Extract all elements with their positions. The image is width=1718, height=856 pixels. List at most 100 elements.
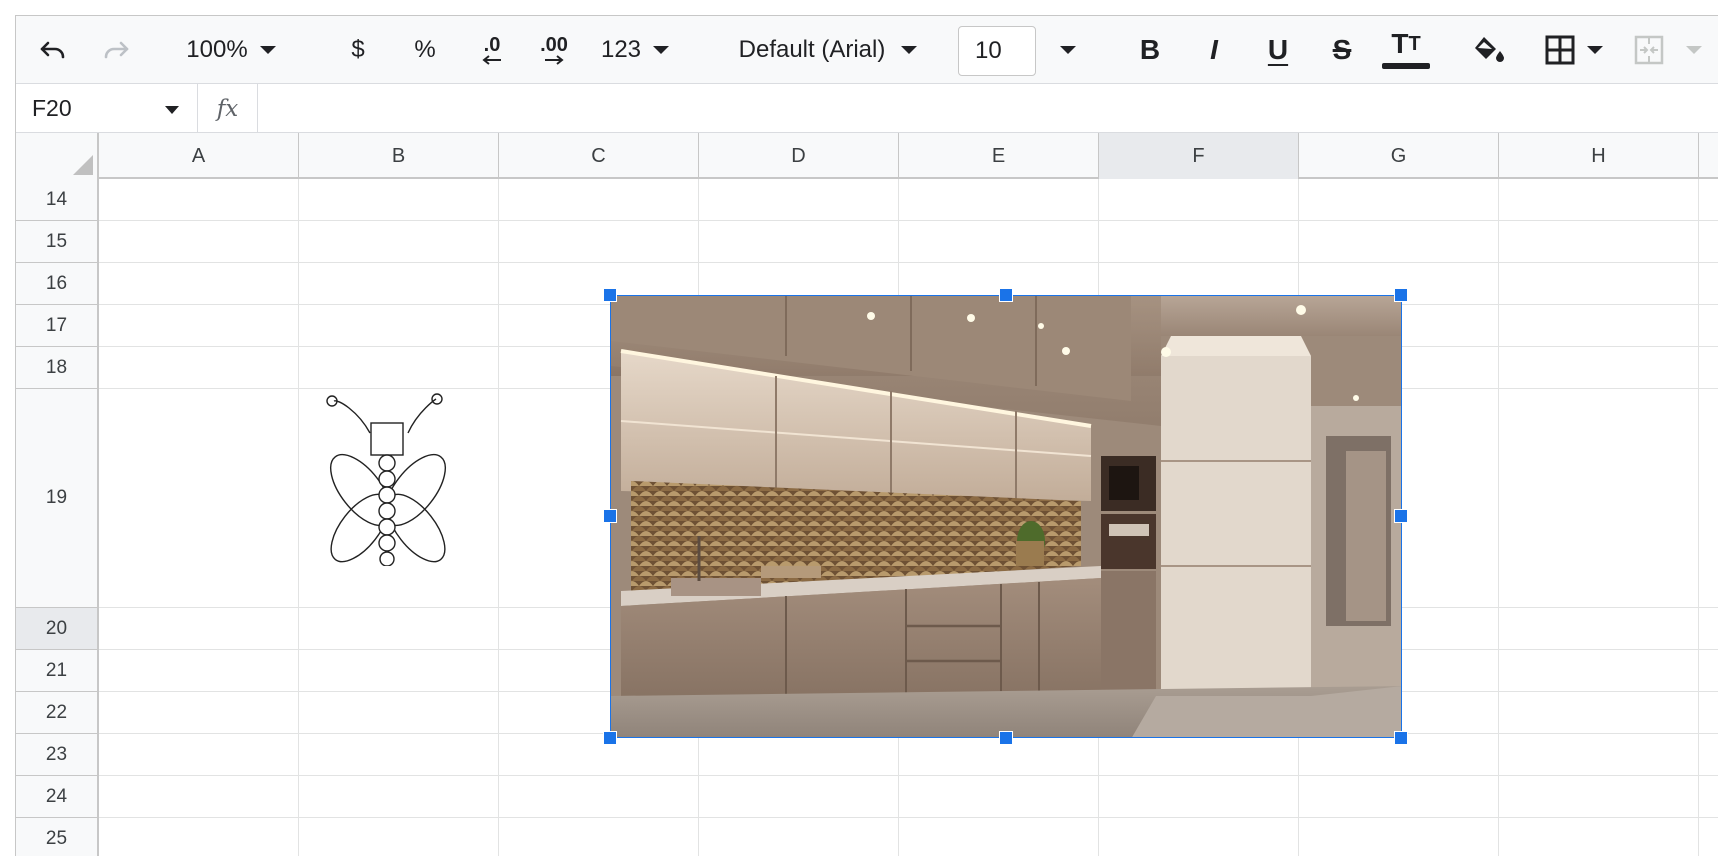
- borders-button[interactable]: [1534, 16, 1614, 84]
- column-header-a[interactable]: A: [99, 133, 299, 179]
- kitchen-photo: [611, 296, 1401, 737]
- chevron-down-icon: [1686, 46, 1702, 54]
- resize-handle-top-left[interactable]: [603, 288, 617, 302]
- percent-label: %: [414, 36, 436, 63]
- row-header-21[interactable]: 21: [16, 650, 97, 692]
- row-header-label: 17: [45, 314, 68, 336]
- text-color-icon: TT: [1391, 28, 1421, 59]
- zoom-select[interactable]: 100%: [176, 16, 286, 84]
- font-family-select[interactable]: Default (Arial): [730, 16, 926, 84]
- fx-icon: fx: [198, 84, 258, 133]
- text-color-letter: T: [1391, 28, 1409, 59]
- chevron-down-icon: [1587, 46, 1603, 54]
- redo-button[interactable]: [93, 16, 139, 84]
- row-header-17[interactable]: 17: [16, 305, 97, 347]
- text-color-button[interactable]: TT: [1378, 16, 1434, 84]
- grid-line: [99, 262, 1718, 263]
- currency-format-button[interactable]: $: [338, 16, 378, 84]
- arrow-right-icon: [545, 55, 564, 65]
- text-color-letter-small: T: [1408, 33, 1421, 55]
- kitchen-image[interactable]: [610, 295, 1402, 738]
- row-header-22[interactable]: 22: [16, 692, 97, 734]
- column-header-label: E: [991, 144, 1006, 167]
- column-header-h[interactable]: H: [1499, 133, 1699, 179]
- row-header-label: 23: [45, 743, 68, 765]
- zoom-value: 100%: [186, 36, 248, 63]
- grid-line: [99, 775, 1718, 776]
- undo-icon: [40, 41, 65, 59]
- row-header-label: 24: [45, 785, 68, 807]
- merge-cells-icon: [1634, 35, 1664, 65]
- font-family-label: Default (Arial): [738, 36, 886, 63]
- row-header-label: 14: [45, 188, 68, 210]
- chevron-down-icon: [259, 46, 276, 54]
- number-format-label: 123: [600, 36, 642, 63]
- italic-label: I: [1210, 34, 1218, 65]
- resize-handle-top-right[interactable]: [1394, 288, 1408, 302]
- currency-label: $: [351, 36, 365, 63]
- grid-line: [1498, 179, 1499, 856]
- row-header-label: 18: [45, 356, 68, 378]
- decrease-decimal-button[interactable]: .0: [466, 16, 518, 84]
- resize-handle-bottom-right[interactable]: [1394, 731, 1408, 745]
- row-header-14[interactable]: 14: [16, 179, 97, 221]
- decrease-decimal-label: .0: [483, 34, 501, 56]
- column-header-c[interactable]: C: [499, 133, 699, 179]
- arrow-left-icon: [482, 55, 501, 65]
- strikethrough-label: S: [1332, 34, 1352, 65]
- row-header-label: 21: [45, 659, 68, 681]
- formula-input[interactable]: [258, 84, 1718, 133]
- underline-button[interactable]: U: [1258, 16, 1298, 84]
- fill-color-button[interactable]: [1466, 16, 1512, 84]
- column-header-i[interactable]: [1699, 133, 1718, 179]
- grid-line: [99, 817, 1718, 818]
- resize-handle-top-center[interactable]: [999, 288, 1013, 302]
- row-header-16[interactable]: 16: [16, 263, 97, 305]
- row-header-24[interactable]: 24: [16, 776, 97, 818]
- row-header-label: 16: [45, 272, 68, 294]
- butterfly-drawing[interactable]: [318, 391, 458, 566]
- column-header-f[interactable]: F: [1099, 133, 1299, 179]
- bold-label: B: [1139, 34, 1161, 65]
- chevron-down-icon: [901, 46, 918, 54]
- chevron-down-icon[interactable]: [165, 106, 179, 114]
- resize-handle-bottom-center[interactable]: [999, 731, 1013, 745]
- column-header-e[interactable]: E: [899, 133, 1099, 179]
- column-header-label: C: [591, 144, 606, 167]
- italic-button[interactable]: I: [1194, 16, 1234, 84]
- undo-button[interactable]: [30, 16, 76, 84]
- grid-line: [498, 179, 499, 856]
- redo-icon: [104, 41, 129, 59]
- formula-bar: F20 fx: [16, 84, 1718, 133]
- row-header-23[interactable]: 23: [16, 734, 97, 776]
- strikethrough-button[interactable]: S: [1322, 16, 1362, 84]
- row-header-15[interactable]: 15: [16, 221, 97, 263]
- number-format-select[interactable]: 123: [590, 16, 680, 84]
- select-all-corner[interactable]: [16, 133, 99, 179]
- font-size-dropdown[interactable]: [1050, 16, 1086, 84]
- grid-line: [298, 179, 299, 856]
- column-header-d[interactable]: D: [699, 133, 899, 179]
- increase-decimal-button[interactable]: .00: [526, 16, 582, 84]
- column-header-g[interactable]: G: [1299, 133, 1499, 179]
- row-header-19[interactable]: 19: [16, 389, 97, 608]
- text-color-swatch: [1382, 63, 1430, 69]
- column-header-label: B: [391, 144, 406, 167]
- corner-triangle-icon: [73, 155, 93, 175]
- percent-format-button[interactable]: %: [404, 16, 446, 84]
- font-size-input[interactable]: 10: [958, 26, 1036, 76]
- resize-handle-bottom-left[interactable]: [603, 731, 617, 745]
- column-header-label: H: [1591, 144, 1606, 167]
- row-header-20[interactable]: 20: [16, 608, 97, 650]
- row-header-label: 15: [45, 230, 68, 252]
- column-header-b[interactable]: B: [299, 133, 499, 179]
- fill-color-icon: [1475, 37, 1504, 62]
- grid-line: [99, 220, 1718, 221]
- row-header-25[interactable]: 25: [16, 818, 97, 856]
- bold-button[interactable]: B: [1130, 16, 1170, 84]
- increase-decimal-label: .00: [540, 34, 568, 56]
- resize-handle-middle-left[interactable]: [603, 509, 617, 523]
- row-header-18[interactable]: 18: [16, 347, 97, 389]
- resize-handle-middle-right[interactable]: [1394, 509, 1408, 523]
- merge-cells-button[interactable]: [1634, 16, 1718, 84]
